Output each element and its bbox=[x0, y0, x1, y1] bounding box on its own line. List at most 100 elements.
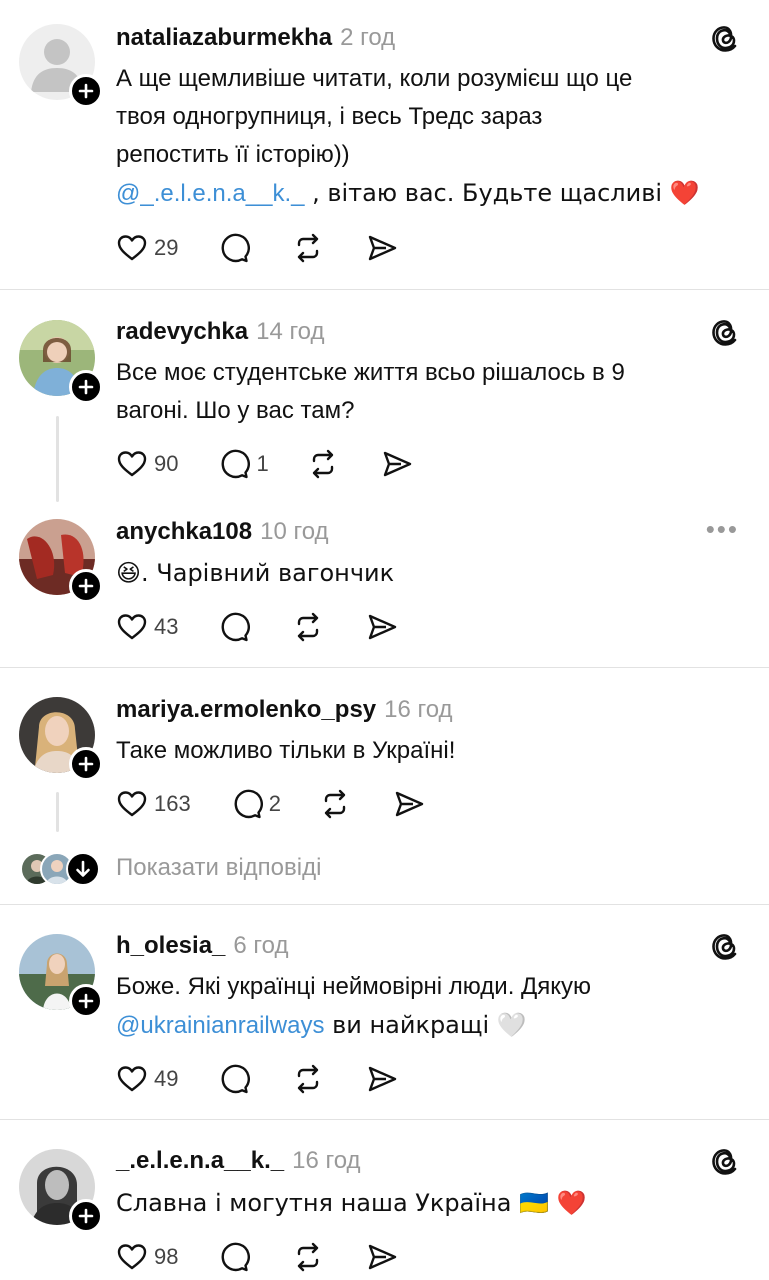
text-line: , вітаю вас. Будьте щасливі ❤️ bbox=[304, 179, 700, 207]
reply-button[interactable]: 2 bbox=[231, 788, 281, 820]
heart-icon bbox=[116, 448, 148, 480]
username[interactable]: nataliazaburmekha bbox=[116, 24, 332, 51]
like-button[interactable]: 98 bbox=[116, 1241, 178, 1273]
like-count: 90 bbox=[154, 451, 179, 476]
reply-button[interactable] bbox=[218, 232, 250, 264]
text-line: А ще щемливіше читати, коли розумієш що … bbox=[116, 65, 633, 92]
repost-icon bbox=[292, 611, 324, 643]
repost-button[interactable] bbox=[307, 448, 339, 480]
share-icon bbox=[393, 788, 425, 820]
like-button[interactable]: 29 bbox=[116, 232, 178, 264]
heart-icon bbox=[116, 788, 148, 820]
thread-line bbox=[56, 416, 59, 502]
divider bbox=[0, 667, 769, 668]
follow-plus-icon[interactable] bbox=[69, 370, 103, 404]
reply-count: 1 bbox=[256, 451, 269, 476]
repost-button[interactable] bbox=[292, 611, 324, 643]
share-button[interactable] bbox=[366, 1063, 398, 1095]
post-text: Все моє студентське життя всьо рішалось … bbox=[116, 354, 746, 430]
post-text: А ще щемливіше читати, коли розумієш що … bbox=[116, 60, 746, 213]
divider bbox=[0, 1119, 769, 1120]
show-replies-link[interactable]: Показати відповіді bbox=[116, 854, 321, 882]
like-count: 98 bbox=[154, 1244, 179, 1269]
reply-button[interactable] bbox=[218, 611, 250, 643]
follow-plus-icon[interactable] bbox=[69, 74, 103, 108]
post-header: anychka108 10 год bbox=[116, 518, 329, 546]
like-count: 49 bbox=[154, 1066, 179, 1091]
threads-logo-icon[interactable] bbox=[709, 22, 741, 54]
text-line: репостить її історію)) bbox=[116, 141, 350, 168]
more-horizontal-icon[interactable]: ••• bbox=[706, 514, 739, 545]
like-button[interactable]: 49 bbox=[116, 1063, 178, 1095]
like-count: 29 bbox=[154, 235, 179, 260]
avatar[interactable] bbox=[19, 320, 103, 404]
action-bar: 163 2 bbox=[116, 787, 425, 821]
username[interactable]: radevychka bbox=[116, 318, 248, 345]
comment-icon bbox=[231, 788, 263, 820]
post-header: radevychka 14 год bbox=[116, 318, 325, 346]
repost-button[interactable] bbox=[292, 1241, 324, 1273]
username[interactable]: mariya.ermolenko_psy bbox=[116, 696, 376, 723]
threads-logo-icon[interactable] bbox=[709, 930, 741, 962]
username[interactable]: anychka108 bbox=[116, 518, 252, 545]
post-header: _.e.l.e.n.a__k._ 16 год bbox=[116, 1147, 361, 1175]
like-button[interactable]: 43 bbox=[116, 611, 178, 643]
avatar[interactable] bbox=[19, 697, 103, 781]
reply-button[interactable] bbox=[218, 1241, 250, 1273]
reply-button[interactable] bbox=[218, 1063, 250, 1095]
expand-down-icon[interactable] bbox=[66, 852, 100, 886]
post-header: mariya.ermolenko_psy 16 год bbox=[116, 696, 453, 724]
heart-icon bbox=[116, 232, 148, 264]
avatar[interactable] bbox=[19, 934, 103, 1018]
username[interactable]: h_olesia_ bbox=[116, 932, 225, 959]
follow-plus-icon[interactable] bbox=[69, 569, 103, 603]
post-text: Славна і могутня наша Україна 🇺🇦 ❤️ bbox=[116, 1189, 587, 1217]
mention-link[interactable]: @_.e.l.e.n.a__k._ bbox=[116, 180, 304, 207]
action-bar: 98 bbox=[116, 1240, 398, 1274]
reply-count: 2 bbox=[268, 791, 281, 816]
comment-icon bbox=[218, 1063, 250, 1095]
repost-button[interactable] bbox=[292, 1063, 324, 1095]
share-icon bbox=[366, 611, 398, 643]
divider bbox=[0, 289, 769, 290]
username[interactable]: _.e.l.e.n.a__k._ bbox=[116, 1147, 284, 1174]
post-text: Боже. Які українці неймовірні люди. Дяку… bbox=[116, 968, 746, 1045]
threads-logo-icon[interactable] bbox=[709, 1145, 741, 1177]
follow-plus-icon[interactable] bbox=[69, 1199, 103, 1233]
mention-link[interactable]: @ukrainianrailways bbox=[116, 1012, 324, 1039]
repost-button[interactable] bbox=[292, 232, 324, 264]
follow-plus-icon[interactable] bbox=[69, 747, 103, 781]
timestamp: 10 год bbox=[260, 518, 329, 545]
timestamp: 16 год bbox=[292, 1147, 361, 1174]
divider bbox=[0, 904, 769, 905]
follow-plus-icon[interactable] bbox=[69, 984, 103, 1018]
comment-icon bbox=[218, 448, 250, 480]
repost-button[interactable] bbox=[319, 788, 351, 820]
repost-icon bbox=[292, 1241, 324, 1273]
timestamp: 6 год bbox=[233, 932, 289, 959]
reply-button[interactable]: 1 bbox=[218, 448, 269, 480]
avatar[interactable] bbox=[19, 519, 103, 603]
share-button[interactable] bbox=[393, 788, 425, 820]
heart-icon bbox=[116, 1063, 148, 1095]
post-text: 😆. Чарівний вагончик bbox=[116, 559, 395, 587]
share-button[interactable] bbox=[366, 232, 398, 264]
repost-icon bbox=[292, 1063, 324, 1095]
like-button[interactable]: 163 bbox=[116, 788, 191, 820]
text-line: твоя одногрупниця, і весь Тредс зараз bbox=[116, 103, 543, 130]
like-button[interactable]: 90 bbox=[116, 448, 178, 480]
avatar[interactable] bbox=[19, 1149, 103, 1233]
comment-icon bbox=[218, 611, 250, 643]
like-count: 43 bbox=[154, 614, 179, 639]
share-button[interactable] bbox=[366, 1241, 398, 1273]
share-icon bbox=[381, 448, 413, 480]
comment-icon bbox=[218, 232, 250, 264]
avatar[interactable] bbox=[19, 24, 103, 108]
repost-icon bbox=[307, 448, 339, 480]
action-bar: 49 bbox=[116, 1062, 398, 1096]
threads-logo-icon[interactable] bbox=[709, 316, 741, 348]
share-button[interactable] bbox=[366, 611, 398, 643]
share-button[interactable] bbox=[381, 448, 413, 480]
text-line: Все моє студентське життя всьо рішалось … bbox=[116, 359, 625, 386]
text-line: Боже. Які українці неймовірні люди. Дяку… bbox=[116, 973, 592, 1000]
